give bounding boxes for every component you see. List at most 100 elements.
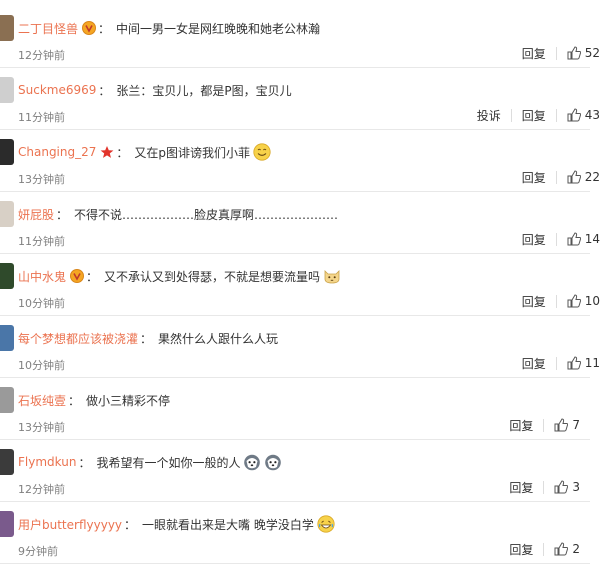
comment-item: 每个梦想都应该被浇灌 ： 果然什么人跟什么人玩 10分钟前 回复 11	[0, 316, 600, 378]
comment-time: 11分钟前	[18, 235, 65, 248]
husky-emoji-icon	[243, 453, 261, 471]
comment-time: 10分钟前	[18, 297, 65, 310]
comment-line: 石坂纯壹 ： 做小三精彩不停	[18, 391, 170, 409]
divider	[555, 108, 557, 122]
username[interactable]: 妍屁股	[18, 206, 54, 223]
reply-button[interactable]: 回复	[522, 107, 546, 124]
comment-line: 山中水鬼 ： 又不承认又到处得瑟，不就是想要流量吗	[18, 267, 341, 285]
username[interactable]: 用户butterflyyyyy	[18, 516, 122, 533]
avatar[interactable]	[0, 263, 14, 289]
star-badge-icon	[100, 145, 114, 159]
comment-time: 13分钟前	[18, 173, 65, 186]
avatar[interactable]	[0, 77, 14, 103]
divider	[555, 356, 557, 370]
like-count: 10	[584, 294, 600, 308]
avatar[interactable]	[0, 201, 14, 227]
reply-button[interactable]: 回复	[522, 169, 546, 186]
reply-button[interactable]: 回复	[509, 541, 533, 558]
username[interactable]: 石坂纯壹	[18, 392, 66, 409]
like-button[interactable]: 11	[567, 356, 600, 370]
divider	[543, 418, 545, 432]
colon-separator: ：	[98, 83, 111, 98]
verified-gold-icon	[82, 21, 97, 35]
username[interactable]: Flymdkun	[18, 455, 76, 469]
reply-button[interactable]: 回复	[522, 355, 546, 372]
thumbs-up-icon	[554, 480, 569, 494]
colon-separator: ：	[124, 517, 137, 532]
comment-text: 果然什么人跟什么人玩	[158, 331, 279, 346]
divider	[555, 232, 557, 246]
avatar[interactable]	[0, 15, 14, 41]
comment-actions: 回复 2	[509, 540, 580, 558]
username[interactable]: 山中水鬼	[18, 268, 66, 285]
username[interactable]: 每个梦想都应该被浇灌	[18, 330, 138, 347]
divider	[543, 542, 545, 556]
colon-separator: ：	[68, 393, 81, 408]
like-button[interactable]: 2	[554, 542, 580, 556]
comment-item: Changing_27 ： 又在p图诽谤我们小菲 13分钟前 回复 22	[0, 130, 600, 192]
reply-button[interactable]: 回复	[522, 45, 546, 62]
like-button[interactable]: 14	[567, 232, 600, 246]
reply-button[interactable]: 回复	[509, 417, 533, 434]
thumbs-up-icon	[567, 46, 581, 60]
avatar[interactable]	[0, 387, 14, 413]
comment-item: 石坂纯壹 ： 做小三精彩不停 13分钟前 回复 7	[0, 378, 600, 440]
like-button[interactable]: 22	[567, 170, 600, 184]
avatar[interactable]	[0, 325, 14, 351]
username[interactable]: Changing_27	[18, 145, 96, 159]
comment-item: 二丁目怪兽 ： 中间一男一女是网红晚晚和她老公林瀚 12分钟前 回复 52	[0, 6, 600, 68]
reply-button[interactable]: 回复	[509, 479, 533, 496]
like-count: 11	[584, 356, 600, 370]
comment-text: 做小三精彩不停	[86, 393, 171, 408]
comment-line: 二丁目怪兽 ： 中间一男一女是网红晚晚和她老公林瀚	[18, 19, 320, 37]
laugh-emoji-icon	[317, 515, 335, 533]
comment-item: 妍屁股 ： 不得不说………………脸皮真厚啊………………… 11分钟前 回复 14	[0, 192, 600, 254]
thumbs-up-icon	[567, 170, 581, 184]
like-button[interactable]: 52	[567, 46, 600, 60]
comment-time: 12分钟前	[18, 483, 65, 496]
avatar[interactable]	[0, 511, 14, 537]
smile-emoji-icon	[253, 143, 271, 161]
comment-line: 每个梦想都应该被浇灌 ： 果然什么人跟什么人玩	[18, 329, 278, 347]
like-count: 3	[572, 480, 580, 494]
comment-item: 山中水鬼 ： 又不承认又到处得瑟，不就是想要流量吗 10分钟前 回复 10	[0, 254, 600, 316]
like-button[interactable]: 7	[554, 418, 580, 432]
colon-separator: ：	[86, 269, 99, 284]
comment-time: 9分钟前	[18, 545, 58, 558]
like-button[interactable]: 10	[567, 294, 600, 308]
avatar[interactable]	[0, 139, 14, 165]
username[interactable]: Suckme6969	[18, 83, 96, 97]
reply-button[interactable]: 回复	[522, 293, 546, 310]
like-button[interactable]: 43	[567, 108, 600, 122]
username[interactable]: 二丁目怪兽	[18, 20, 78, 37]
comment-actions: 回复 22	[522, 168, 600, 186]
report-button[interactable]: 投诉	[477, 107, 501, 124]
colon-separator: ：	[116, 145, 129, 160]
comment-line: Changing_27 ： 又在p图诽谤我们小菲	[18, 143, 271, 161]
divider	[555, 170, 557, 184]
comment-text: 又在p图诽谤我们小菲	[134, 145, 251, 160]
thumbs-up-icon	[567, 356, 581, 370]
comment-actions: 回复 14	[522, 230, 600, 248]
divider	[510, 108, 512, 122]
colon-separator: ：	[78, 455, 91, 470]
reply-button[interactable]: 回复	[522, 231, 546, 248]
comment-text: 又不承认又到处得瑟，不就是想要流量吗	[104, 269, 321, 284]
like-count: 22	[584, 170, 600, 184]
husky-emoji-icon	[264, 453, 282, 471]
like-button[interactable]: 3	[554, 480, 580, 494]
divider	[543, 480, 545, 494]
comment-line: 妍屁股 ： 不得不说………………脸皮真厚啊…………………	[18, 205, 338, 223]
thumbs-up-icon	[554, 418, 569, 432]
like-count: 43	[584, 108, 600, 122]
thumbs-up-icon	[567, 294, 581, 308]
colon-separator: ：	[56, 207, 69, 222]
comment-item: Suckme6969 ： 张兰：宝贝儿，都是P图，宝贝儿 11分钟前 投诉 回复…	[0, 68, 600, 130]
thumbs-up-icon	[567, 108, 581, 122]
comment-actions: 回复 3	[509, 478, 580, 496]
comment-actions: 投诉 回复 43	[477, 106, 600, 124]
colon-separator: ：	[98, 21, 111, 36]
comment-line: Flymdkun ： 我希望有一个如你一般的人	[18, 453, 282, 471]
colon-separator: ：	[140, 331, 153, 346]
avatar[interactable]	[0, 449, 14, 475]
